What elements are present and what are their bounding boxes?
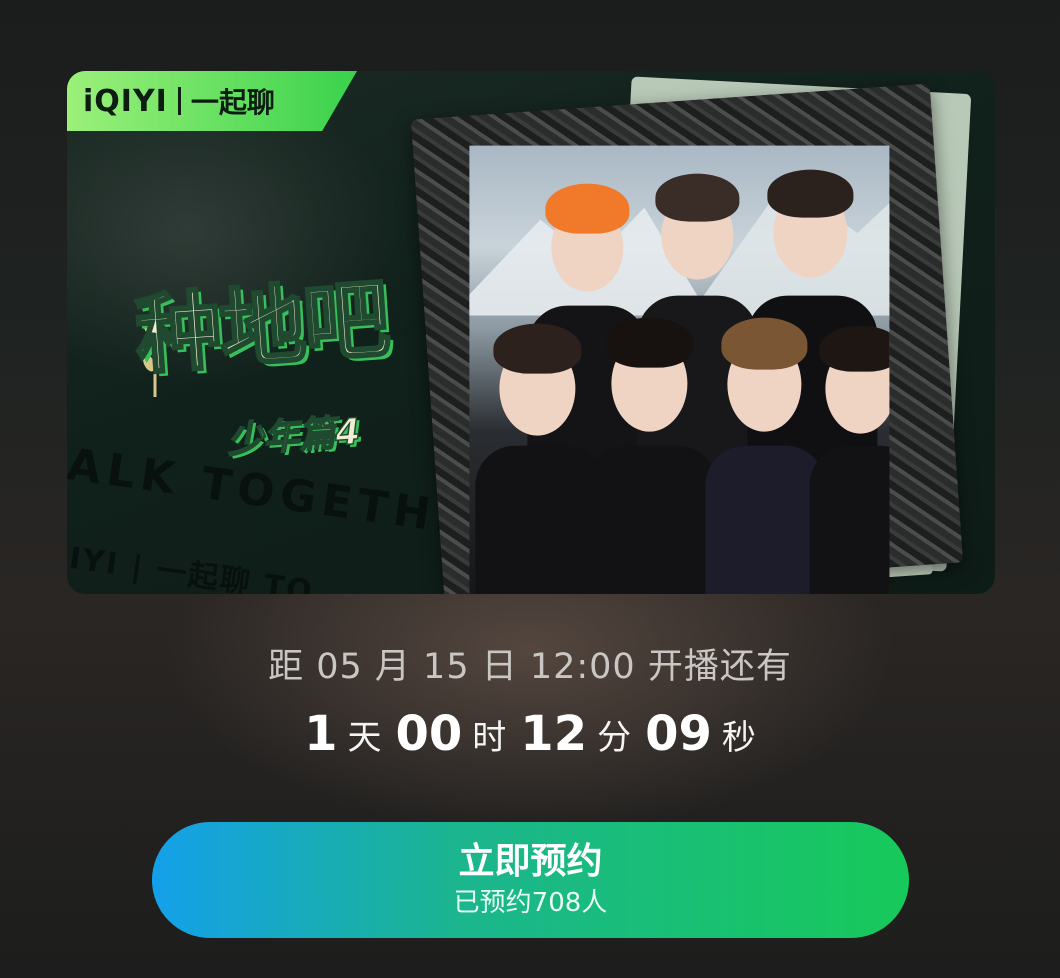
reserve-button[interactable]: 立即预约 已预约708人 — [152, 822, 909, 938]
countdown-timer: 1 天 00 时 12 分 09 秒 — [0, 706, 1060, 762]
brand-divider — [177, 87, 181, 115]
premiere-time-label: 距 05 月 15 日 12:00 开播还有 — [268, 647, 792, 687]
cast-member-hair — [819, 325, 890, 372]
poster-bg-text-secondary: IYI | 一起聊 TO — [67, 540, 316, 594]
cast-member-body — [705, 445, 826, 594]
cast-member-hair — [605, 317, 694, 368]
cast-member-hair — [767, 169, 854, 218]
cast-photo-frame — [410, 83, 964, 594]
reserve-button-label: 立即预约 — [458, 841, 603, 882]
brand-tag: iQIYI 一起聊 — [67, 71, 357, 131]
countdown-seconds: 09 — [645, 706, 712, 762]
countdown-days-unit: 天 — [347, 717, 382, 758]
countdown-hours: 00 — [395, 706, 463, 762]
cast-member-body — [475, 445, 606, 594]
countdown-minutes: 12 — [520, 706, 588, 762]
cast-member-hair — [545, 183, 630, 234]
reservation-count: 已预约708人 — [453, 888, 608, 918]
show-title: 种地吧 — [131, 268, 392, 388]
countdown-seconds-unit: 秒 — [721, 717, 756, 758]
cast-member-hair — [655, 173, 740, 222]
show-subtitle: 少年篇4 — [225, 411, 362, 463]
countdown-hours-unit: 时 — [472, 717, 507, 758]
brand-channel-name: 一起聊 — [190, 86, 275, 119]
cast-photo — [469, 145, 890, 594]
cast-member-body — [587, 445, 718, 594]
countdown-days: 1 — [304, 706, 338, 762]
show-poster[interactable]: ALK TOGETHE IYI | 一起聊 TO iQIYI 一起聊 种地吧 少… — [67, 71, 995, 594]
cast-member-body — [809, 445, 890, 594]
iqiyi-logo: iQIYI — [83, 83, 168, 119]
countdown-minutes-unit: 分 — [597, 717, 632, 758]
cast-member-hair — [493, 323, 582, 374]
cast-member-hair — [721, 317, 808, 370]
